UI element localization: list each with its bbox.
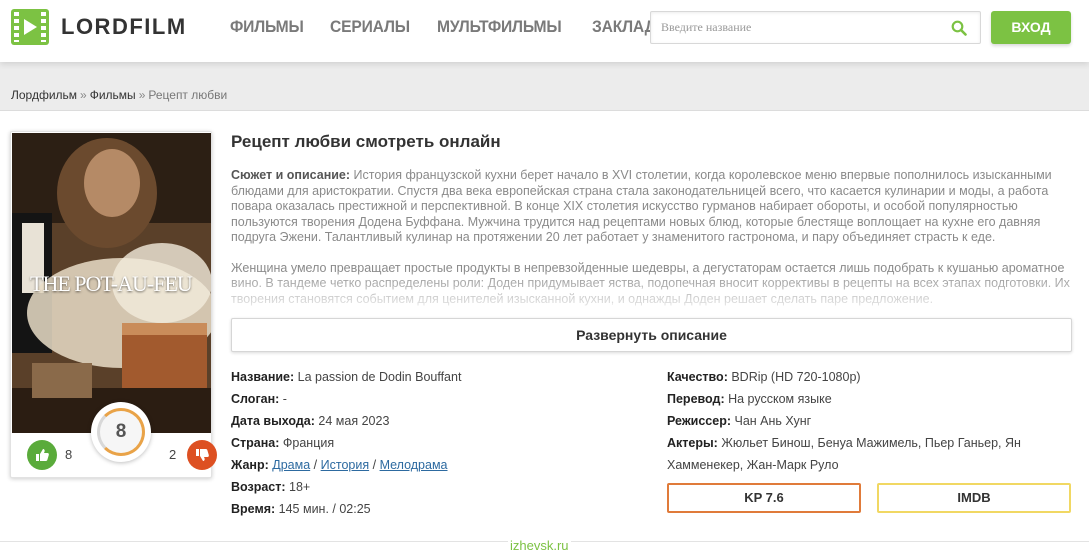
info-translation: Перевод: На русском языке	[667, 388, 1072, 410]
search-input[interactable]	[651, 12, 931, 43]
movie-poster: THE POT-AU-FEU	[12, 133, 211, 433]
info-age: Возраст: 18+	[231, 476, 651, 498]
page-title: Рецепт любви смотреть онлайн	[231, 132, 501, 151]
nav-series[interactable]: СЕРИАЛЫ	[330, 17, 410, 37]
breadcrumb-separator: »	[138, 88, 146, 102]
expand-description-button[interactable]: Развернуть описание	[231, 318, 1072, 352]
info-value: La passion de Dodin Bouffant	[297, 370, 462, 384]
thumbs-down-icon	[196, 449, 209, 461]
info-label: Страна:	[231, 436, 280, 450]
nav-films[interactable]: ФИЛЬМЫ	[230, 17, 304, 37]
kinopoisk-rating-button[interactable]: KP 7.6	[667, 483, 861, 513]
info-value: На русском языке	[728, 392, 832, 406]
site-header: LORDFILM ФИЛЬМЫ СЕРИАЛЫ МУЛЬТФИЛЬМЫ ЗАКЛ…	[0, 0, 1089, 62]
info-quality: Качество: BDRip (HD 720-1080p)	[667, 366, 1072, 388]
description-fade	[231, 270, 1073, 316]
breadcrumb: Лордфильм» Фильмы» Рецепт любви	[11, 88, 227, 102]
genre-separator: /	[372, 458, 377, 472]
info-duration: Время: 145 мин. / 02:25	[231, 498, 651, 520]
info-value: 18+	[289, 480, 311, 494]
info-label: Режиссер:	[667, 414, 732, 428]
genre-separator: /	[313, 458, 318, 472]
info-value: Франция	[282, 436, 335, 450]
info-value: BDRip (HD 720-1080p)	[731, 370, 861, 384]
thumbs-up-icon	[36, 449, 49, 461]
info-value: 24 мая 2023	[318, 414, 390, 428]
info-label: Качество:	[667, 370, 728, 384]
dislikes-count: 2	[169, 447, 177, 462]
rating-bar: 8 8 2	[21, 402, 217, 478]
score-badge: 8	[91, 402, 151, 462]
login-button[interactable]: ВХОД	[991, 11, 1071, 44]
info-label: Слоган:	[231, 392, 280, 406]
poster-title-art: THE POT-AU-FEU	[30, 271, 193, 296]
info-label: Актеры:	[667, 436, 718, 450]
info-label: Жанр:	[231, 458, 269, 472]
dislike-button[interactable]	[187, 440, 217, 470]
breadcrumb-separator: »	[80, 88, 87, 102]
info-label: Перевод:	[667, 392, 725, 406]
movie-info-left: Название: La passion de Dodin Bouffant С…	[231, 366, 651, 520]
info-label: Возраст:	[231, 480, 286, 494]
description-label: Сюжет и описание:	[231, 168, 351, 182]
info-slogan: Слоган: -	[231, 388, 651, 410]
main-nav: ФИЛЬМЫ СЕРИАЛЫ МУЛЬТФИЛЬМЫ ЗАКЛАДКИ	[230, 17, 683, 37]
info-release-date: Дата выхода: 24 мая 2023	[231, 410, 651, 432]
genre-link-drama[interactable]: Драма	[272, 458, 310, 472]
description-paragraph-1: История французской кухни берет начало в…	[231, 168, 1052, 244]
info-country: Страна: Франция	[231, 432, 651, 454]
info-label: Название:	[231, 370, 295, 384]
genre-link-history[interactable]: История	[321, 458, 369, 472]
breadcrumb-bar: Лордфильм» Фильмы» Рецепт любви	[0, 62, 1089, 111]
info-value: Жюльет Бинош, Бенуа Мажимель, Пьер Ганье…	[667, 436, 1021, 472]
imdb-rating-button[interactable]: IMDB	[877, 483, 1071, 513]
search-box	[650, 11, 981, 44]
search-icon[interactable]	[951, 20, 967, 36]
watermark: izhevsk.ru	[508, 538, 571, 553]
info-label: Дата выхода:	[231, 414, 315, 428]
like-button[interactable]	[27, 440, 57, 470]
info-name: Название: La passion de Dodin Bouffant	[231, 366, 651, 388]
movie-info-right: Качество: BDRip (HD 720-1080p) Перевод: …	[667, 366, 1072, 476]
nav-cartoons[interactable]: МУЛЬТФИЛЬМЫ	[437, 17, 562, 37]
genre-link-melodrama[interactable]: Мелодрама	[380, 458, 448, 472]
logo-text: LORDFILM	[61, 14, 187, 39]
site-logo[interactable]: LORDFILM	[11, 9, 187, 45]
poster-card: THE POT-AU-FEU 8 8 2	[10, 131, 217, 478]
info-director: Режиссер: Чан Ань Хунг	[667, 410, 1072, 432]
info-value: -	[282, 392, 287, 406]
likes-count: 8	[65, 447, 73, 462]
breadcrumb-home[interactable]: Лордфильм	[11, 88, 77, 102]
film-play-icon	[11, 9, 49, 45]
score-value: 8	[115, 421, 127, 442]
breadcrumb-current: Рецепт любви	[148, 88, 228, 102]
score-ring: 8	[97, 408, 145, 456]
info-value: 145 мин. / 02:25	[278, 502, 371, 516]
info-label: Время:	[231, 502, 276, 516]
info-value: Чан Ань Хунг	[734, 414, 812, 428]
info-actors: Актеры: Жюльет Бинош, Бенуа Мажимель, Пь…	[667, 432, 1072, 476]
breadcrumb-films[interactable]: Фильмы	[90, 88, 136, 102]
info-genre: Жанр: Драма / История / Мелодрама	[231, 454, 651, 476]
